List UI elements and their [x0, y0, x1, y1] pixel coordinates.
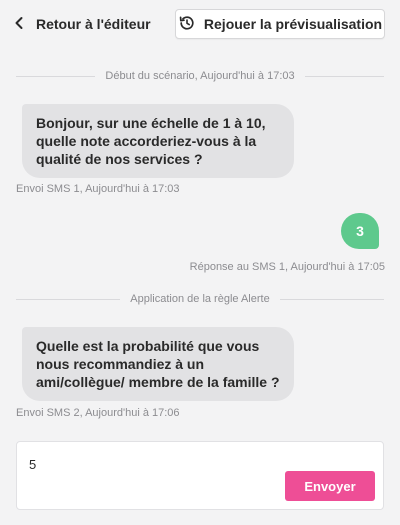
- replay-label: Rejouer la prévisualisation: [203, 16, 383, 32]
- back-to-editor-link[interactable]: Retour à l'éditeur: [12, 12, 151, 36]
- message-meta: Envoi SMS 2, Aujourd'hui à 17:06: [16, 407, 180, 419]
- message-text: Bonjour, sur une échelle de 1 à 10, quel…: [36, 115, 266, 167]
- incoming-message-bubble: Quelle est la probabilité que vous nous …: [22, 327, 294, 401]
- message-meta: Réponse au SMS 1, Aujourd'hui à 17:05: [189, 261, 385, 273]
- chevron-left-icon: [12, 16, 26, 33]
- reply-composer: Envoyer: [16, 441, 384, 510]
- reply-input[interactable]: [29, 454, 289, 474]
- message-text: 3: [356, 223, 364, 239]
- send-button[interactable]: Envoyer: [285, 471, 375, 501]
- preview-header: Retour à l'éditeur Rejouer la prévisuali…: [0, 0, 400, 48]
- replay-preview-button[interactable]: Rejouer la prévisualisation: [175, 9, 385, 39]
- divider-line: [16, 298, 121, 300]
- divider-line: [304, 75, 385, 77]
- incoming-message-bubble: Bonjour, sur une échelle de 1 à 10, quel…: [22, 104, 294, 178]
- message-text: Quelle est la probabilité que vous nous …: [36, 338, 280, 390]
- replay-history-icon: [178, 14, 196, 35]
- message-meta: Envoi SMS 1, Aujourd'hui à 17:03: [16, 183, 180, 195]
- divider-line: [279, 298, 384, 300]
- rule-applied-label: Application de la règle Alerte: [130, 293, 270, 305]
- scenario-start-label: Début du scénario, Aujourd'hui à 17:03: [105, 70, 295, 82]
- divider-line: [16, 75, 96, 77]
- scenario-start-divider: Début du scénario, Aujourd'hui à 17:03: [16, 69, 385, 83]
- back-label: Retour à l'éditeur: [36, 16, 151, 32]
- rule-applied-divider: Application de la règle Alerte: [16, 292, 384, 306]
- outgoing-message-bubble: 3: [341, 213, 379, 249]
